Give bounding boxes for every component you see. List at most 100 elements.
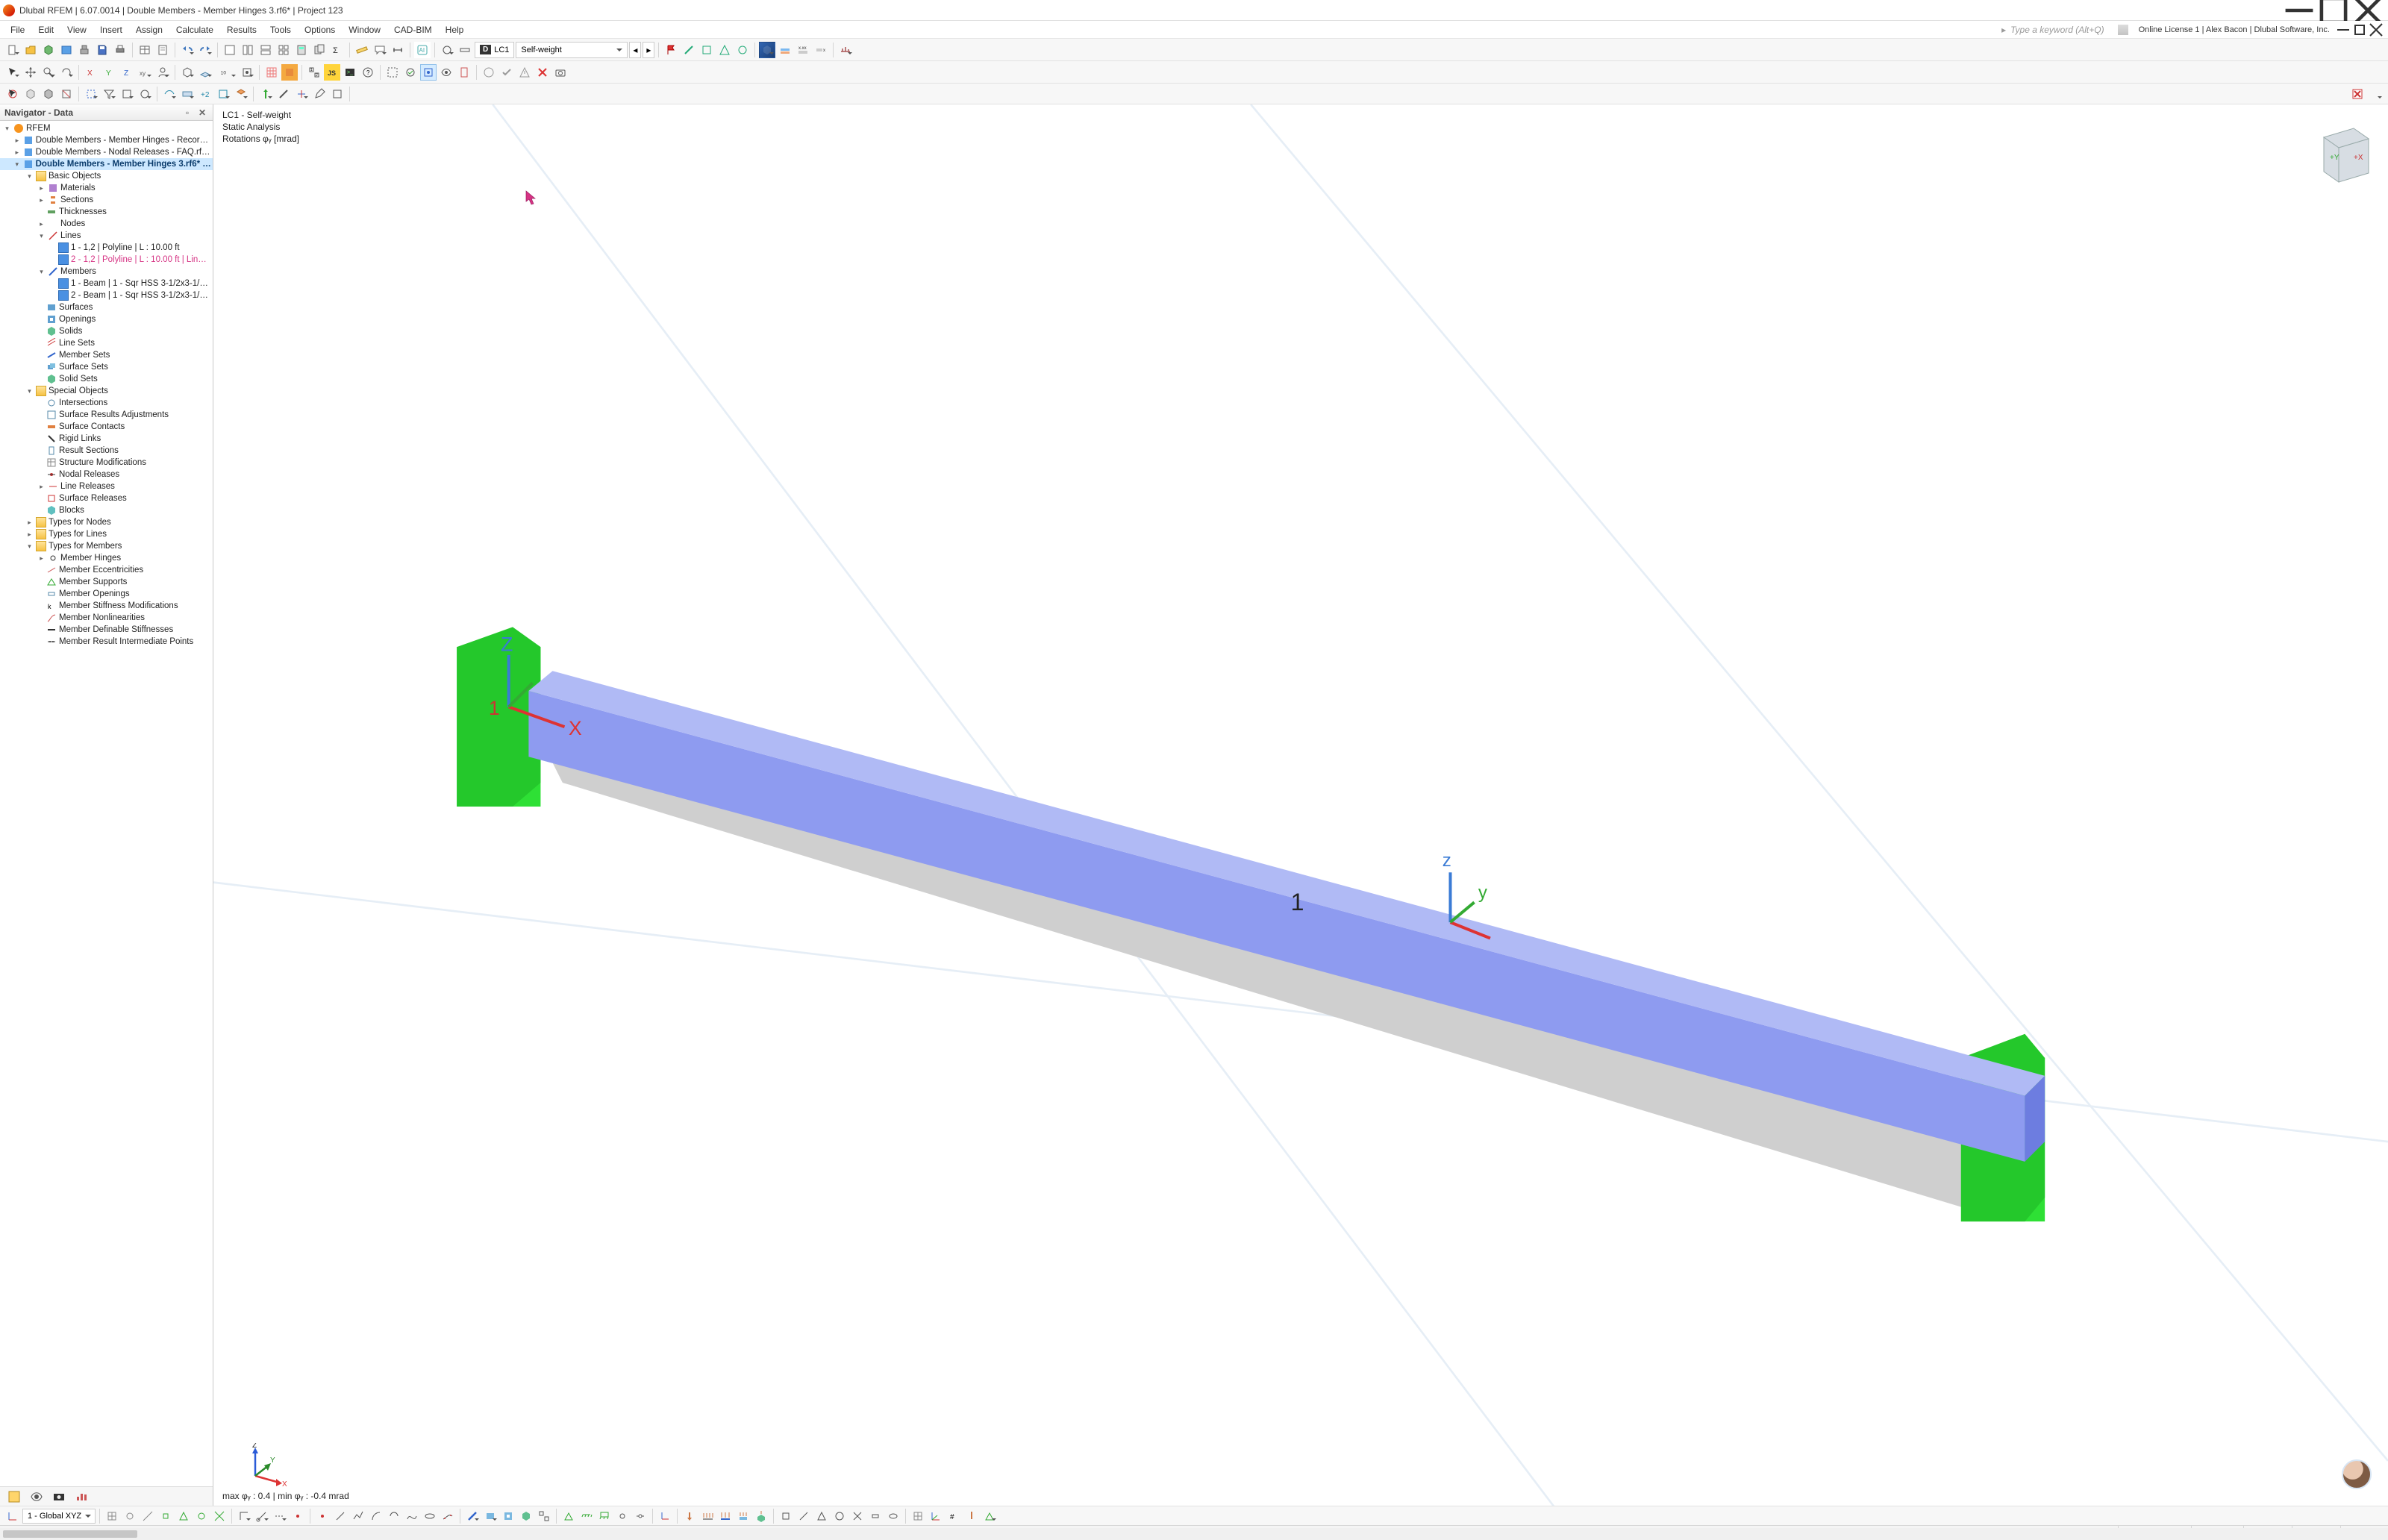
draw-node-button[interactable] — [314, 1508, 331, 1524]
snap-end-button[interactable] — [157, 1508, 174, 1524]
tree-basic-objects[interactable]: ▾Basic Objects — [0, 170, 213, 182]
delete-button-red[interactable] — [2349, 86, 2366, 102]
structure-wizard-button[interactable] — [76, 42, 93, 58]
member-tool-button[interactable] — [464, 1508, 481, 1524]
track-button[interactable] — [272, 1508, 288, 1524]
imposed-7-button[interactable] — [885, 1508, 901, 1524]
tree-member-openings[interactable]: Member Openings — [0, 588, 213, 600]
snap-obj-button[interactable] — [122, 1508, 138, 1524]
tree-lines[interactable]: ▾Lines — [0, 230, 213, 242]
visibility-mode-button[interactable] — [161, 86, 178, 102]
navigator-dock-button[interactable]: ▫ — [181, 107, 193, 119]
save-button[interactable] — [94, 42, 110, 58]
menu-options[interactable]: Options — [298, 23, 341, 37]
tree-special-objects[interactable]: ▾Special Objects — [0, 385, 213, 397]
maximize-button[interactable] — [2316, 0, 2351, 21]
loadcase-combo[interactable]: Self-weight — [516, 42, 628, 58]
flag-red-button[interactable] — [663, 42, 679, 58]
value-label-top-button[interactable]: x.xx — [795, 42, 811, 58]
ribbon-toggle-icon[interactable] — [2118, 25, 2128, 35]
dimension-button[interactable] — [390, 42, 406, 58]
pan-button[interactable] — [22, 64, 39, 81]
selection-mode-button[interactable] — [83, 86, 99, 102]
tree-root[interactable]: ▾RFEM — [0, 122, 213, 134]
mesh-button[interactable] — [263, 64, 280, 81]
snap-guide-button[interactable] — [140, 1508, 156, 1524]
snap-button[interactable] — [239, 64, 255, 81]
results-undeformed-button[interactable] — [457, 42, 473, 58]
print-button[interactable] — [112, 42, 128, 58]
release-button[interactable] — [632, 1508, 648, 1524]
tree-line-sets[interactable]: Line Sets — [0, 337, 213, 349]
tree-member-1[interactable]: 1 - Beam | 1 - Sqr HSS 3-1/2x3-1/2x0.250… — [0, 278, 213, 289]
select-solid-button[interactable] — [40, 86, 57, 102]
summary-button[interactable]: Σ — [329, 42, 346, 58]
axis-tool-button[interactable] — [293, 86, 310, 102]
select-edit-button[interactable] — [119, 86, 135, 102]
tree-surfaces[interactable]: Surfaces — [0, 301, 213, 313]
rotate-button[interactable] — [58, 64, 75, 81]
select-obj-button[interactable] — [4, 86, 21, 102]
viewport-3d[interactable]: LC1 - Self-weight Static Analysis Rotati… — [213, 104, 2388, 1506]
search-hint[interactable]: Type a keyword (Alt+Q) — [2010, 25, 2111, 35]
supports-display-button[interactable] — [981, 1508, 998, 1524]
tree-nodes[interactable]: ▸Nodes — [0, 218, 213, 230]
zoom-button[interactable] — [40, 64, 57, 81]
select-box-button[interactable] — [22, 86, 39, 102]
menu-edit[interactable]: Edit — [32, 23, 60, 37]
block-button[interactable] — [40, 42, 57, 58]
menu-view[interactable]: View — [61, 23, 93, 37]
nav-tab-data-icon[interactable] — [7, 1490, 21, 1503]
display-settings-button[interactable] — [777, 42, 793, 58]
check-4-button[interactable] — [438, 64, 454, 81]
new-model-button[interactable] — [4, 42, 21, 58]
camera-button[interactable] — [552, 64, 569, 81]
lc-prev-button[interactable]: ◂ — [629, 42, 641, 58]
opening-tool-button[interactable] — [500, 1508, 516, 1524]
loads-display-button[interactable] — [963, 1508, 980, 1524]
load-line-button[interactable] — [699, 1508, 716, 1524]
ai-button[interactable]: AI — [414, 42, 431, 58]
numbering-button[interactable]: 12 — [306, 64, 322, 81]
tables-button[interactable] — [137, 42, 153, 58]
tree-nodal-releases[interactable]: Nodal Releases — [0, 469, 213, 481]
imposed-6-button[interactable] — [867, 1508, 884, 1524]
printout-report-button[interactable] — [154, 42, 171, 58]
snap-center-button[interactable] — [193, 1508, 210, 1524]
imposed-3-button[interactable] — [813, 1508, 830, 1524]
nav-tab-display-icon[interactable] — [30, 1490, 43, 1503]
cs-global-button[interactable] — [657, 1508, 673, 1524]
line-support-button[interactable] — [578, 1508, 595, 1524]
tree-types-lines[interactable]: ▸Types for Lines — [0, 528, 213, 540]
model-manager-button[interactable] — [58, 42, 75, 58]
draw-arc2-button[interactable] — [386, 1508, 402, 1524]
visibility-1-button[interactable] — [681, 42, 697, 58]
surface-tool-button[interactable] — [482, 1508, 498, 1524]
cs-icon-button[interactable] — [4, 1508, 21, 1524]
help-tool-button[interactable]: ? — [360, 64, 376, 81]
undo-button[interactable] — [179, 42, 196, 58]
calculate-all-button[interactable] — [311, 42, 328, 58]
menu-tools[interactable]: Tools — [264, 23, 297, 37]
menu-results[interactable]: Results — [221, 23, 263, 37]
grid-display-button[interactable] — [910, 1508, 926, 1524]
show-reactions-button[interactable] — [257, 86, 274, 102]
tree-line-1[interactable]: 1 - 1,2 | Polyline | L : 10.00 ft — [0, 242, 213, 254]
nav-tab-views-icon[interactable] — [52, 1490, 66, 1503]
tree-member-ecc[interactable]: Member Eccentricities — [0, 564, 213, 576]
minimize-button[interactable] — [2282, 0, 2316, 21]
polar-button[interactable] — [254, 1508, 270, 1524]
axes-display-button[interactable] — [928, 1508, 944, 1524]
tree-rigid-links[interactable]: Rigid Links — [0, 433, 213, 445]
load-solid-button[interactable] — [753, 1508, 769, 1524]
draw-nurbs-button[interactable] — [440, 1508, 456, 1524]
window-2h-button[interactable] — [257, 42, 274, 58]
tree-surf-contacts[interactable]: Surface Contacts — [0, 421, 213, 433]
snap-grid-button[interactable] — [104, 1508, 120, 1524]
set-tool-button[interactable] — [536, 1508, 552, 1524]
tree-sections[interactable]: ▸Sections — [0, 194, 213, 206]
window-2v-button[interactable] — [240, 42, 256, 58]
edit-tool-button[interactable] — [311, 86, 328, 102]
menu-help[interactable]: Help — [440, 23, 470, 37]
snap-int-button[interactable] — [211, 1508, 228, 1524]
